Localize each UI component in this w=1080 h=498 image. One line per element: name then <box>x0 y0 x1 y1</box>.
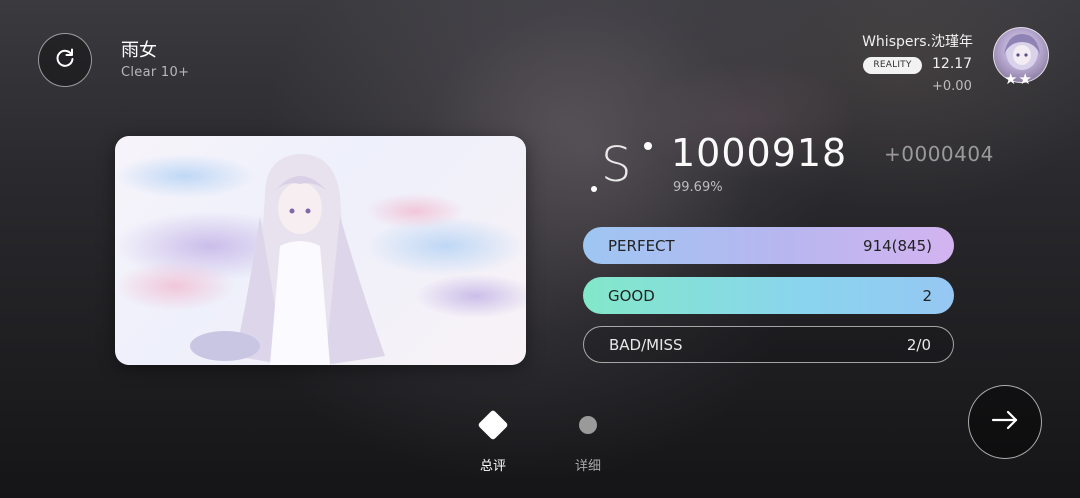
avatar-stars: ★★ <box>1004 70 1033 88</box>
accuracy: 99.69% <box>673 180 723 195</box>
good-value: 2 <box>922 286 932 305</box>
bad-miss-row: BAD/MISS 2/0 <box>583 326 954 363</box>
bad-miss-value: 2/0 <box>906 335 931 354</box>
result-screen: 雨女 Clear 10+ Whispers.沈瑾年 REALITY 12.17 … <box>0 0 1080 498</box>
song-jacket-image <box>115 136 526 365</box>
perfect-value: 914(845) <box>863 236 932 255</box>
tab-detail[interactable]: 详细 <box>566 404 610 474</box>
tab-overall-label: 总评 <box>479 459 506 474</box>
tab-detail-label: 详细 <box>574 459 601 474</box>
reality-badge: REALITY <box>863 57 922 74</box>
song-title: 雨女 <box>121 40 157 61</box>
retry-icon <box>53 46 77 74</box>
next-button[interactable] <box>968 385 1042 459</box>
perfect-label: PERFECT <box>608 236 675 255</box>
perfect-row: PERFECT 914(845) <box>583 227 954 264</box>
score: 1000918 <box>671 131 848 175</box>
dot-icon <box>579 416 597 434</box>
good-row: GOOD 2 <box>583 277 954 314</box>
retry-button[interactable] <box>38 33 92 87</box>
tab-overall[interactable]: 总评 <box>471 404 515 474</box>
grade-sparkle <box>591 186 597 192</box>
arrow-right-icon <box>989 404 1021 440</box>
rating-change: +0.00 <box>932 79 972 94</box>
song-level: Clear 10+ <box>121 65 190 80</box>
score-diff: +0000404 <box>884 142 994 166</box>
diamond-icon <box>477 409 509 441</box>
player-rating: 12.17 <box>932 56 973 72</box>
good-label: GOOD <box>608 286 655 305</box>
bad-miss-label: BAD/MISS <box>609 335 683 354</box>
player-name: Whispers.沈瑾年 <box>862 34 973 50</box>
grade-letter: S <box>601 137 632 193</box>
grade-sparkle <box>644 142 652 150</box>
